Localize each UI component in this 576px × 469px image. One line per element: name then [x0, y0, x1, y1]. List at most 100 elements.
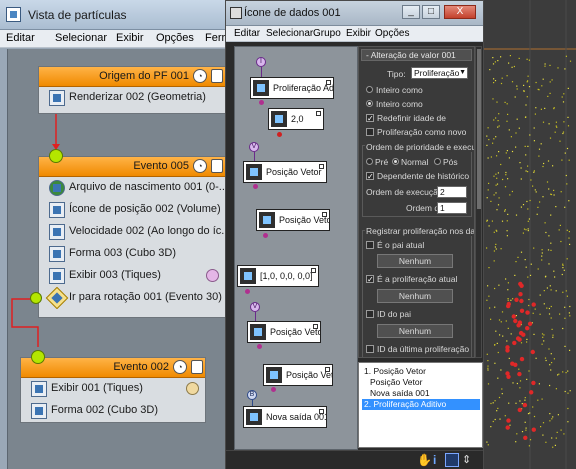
check-pai[interactable] [366, 241, 374, 249]
data-operator[interactable]: Posição Vetor [263, 364, 333, 386]
minimize-button[interactable]: _ [402, 5, 420, 19]
properties-scrollbar[interactable] [475, 46, 482, 358]
operator-row[interactable]: Exibir 003 (Tiques) [39, 265, 225, 287]
operator-row[interactable]: Exibir 001 (Tiques) [21, 378, 205, 400]
menu-opcoes[interactable]: Opções [156, 32, 194, 44]
event-header[interactable]: Evento 002 ◔ [21, 358, 205, 378]
ordem-field[interactable]: 1 [437, 202, 467, 214]
output-port[interactable] [319, 409, 324, 414]
menu-editar[interactable]: Editar [6, 32, 35, 44]
data-flow-canvas[interactable]: I Proliferação Adi... 2,0 V Posição Veto… [234, 46, 358, 450]
event-input-dot[interactable] [49, 149, 63, 163]
output-port[interactable] [325, 367, 330, 372]
output-port[interactable] [313, 324, 318, 329]
menu-opcoes[interactable]: Opções [375, 28, 409, 39]
check-id-pai[interactable] [366, 310, 374, 318]
menu-selecionar[interactable]: Selecionar [266, 28, 313, 39]
data-operator[interactable]: Proliferação Adi... [250, 77, 334, 99]
radio-pre[interactable] [366, 158, 373, 165]
menu-selecionar[interactable]: Selecionar [55, 32, 107, 44]
zoom-region-icon[interactable] [445, 453, 459, 467]
radio-normal[interactable] [392, 158, 399, 165]
operator-row[interactable]: Velocidade 002 (Ao longo do íc... [39, 221, 225, 243]
close-button[interactable]: X [444, 5, 476, 19]
tipo-select[interactable]: Proliferação ▼ [411, 67, 468, 79]
data-operator[interactable]: Posição Vetor [256, 209, 330, 231]
list-item[interactable]: 1. Posição Vetor [362, 366, 426, 377]
operator-row[interactable]: Forma 003 (Cubo 3D) [39, 243, 225, 265]
input-pin[interactable]: B [247, 390, 257, 400]
lightbulb-icon[interactable]: ◔ [193, 159, 207, 173]
check-redefinir[interactable]: ✓ [366, 114, 374, 123]
maximize-button[interactable]: □ [422, 5, 440, 19]
output-port[interactable] [316, 111, 321, 116]
output-pin[interactable] [277, 132, 282, 137]
render-toggle-icon[interactable] [211, 159, 223, 173]
output-pin[interactable] [259, 100, 264, 105]
event-input-dot[interactable] [31, 350, 45, 364]
data-operator[interactable]: Posição Vetor [243, 161, 327, 183]
particle-dot [519, 380, 522, 382]
display-color-swatch[interactable] [206, 269, 219, 282]
render-toggle-icon[interactable] [191, 360, 203, 374]
check-id-ultima[interactable] [366, 345, 374, 353]
lightbulb-icon[interactable]: ◔ [173, 360, 187, 374]
operator-row[interactable]: Forma 002 (Cubo 3D) [21, 400, 205, 422]
nenhum-button-2[interactable]: Nenhum [377, 289, 453, 303]
radio-inteiro-1[interactable] [366, 86, 373, 93]
list-item[interactable]: 2. Proliferação Aditivo [362, 399, 480, 410]
check-proliferacao-atual[interactable]: ✓ [366, 275, 374, 284]
data-icon-statusbar: ✋ i ⇕ [226, 450, 483, 469]
data-operator[interactable]: 2,0 [268, 108, 324, 130]
particle-flow-canvas[interactable]: Origem do PF 001 ◔ Renderizar 002 (Geome… [7, 49, 232, 469]
list-item[interactable]: Nova saída 001 [368, 388, 430, 399]
input-pin[interactable]: V [250, 302, 260, 312]
radio-inteiro-2[interactable] [366, 100, 373, 107]
operator-row[interactable]: Arquivo de nascimento 001 (0-... [39, 177, 225, 199]
nenhum-button-1[interactable]: Nenhum [377, 254, 453, 268]
output-pin[interactable] [245, 289, 250, 294]
pan-hand-icon[interactable]: ✋ [417, 453, 432, 467]
menu-exibir[interactable]: Exibir [116, 32, 144, 44]
vector-position-icon [246, 164, 262, 180]
lightbulb-icon[interactable]: ◔ [193, 69, 207, 83]
input-pin[interactable]: V [249, 142, 259, 152]
list-item[interactable]: Posição Vetor [368, 377, 422, 388]
event-005[interactable]: Evento 005 ◔ Arquivo de nascimento 001 (… [38, 156, 226, 318]
event-header[interactable]: Origem do PF 001 ◔ [39, 67, 225, 87]
nenhum-button-3[interactable]: Nenhum [377, 324, 453, 338]
test-output-dot[interactable] [30, 292, 42, 304]
menu-exibir[interactable]: Exibir [346, 28, 371, 39]
rollout-header[interactable]: - Alteração de valor 001 [361, 49, 472, 61]
ordem-execucao-field[interactable]: 2 [437, 186, 467, 198]
event-002[interactable]: Evento 002 ◔ Exibir 001 (Tiques) Forma 0… [20, 357, 206, 423]
data-operator[interactable]: Nova saída 001 [243, 406, 327, 428]
data-operator[interactable]: Posição Vetor [247, 321, 321, 343]
output-port[interactable] [326, 80, 331, 85]
output-port[interactable] [322, 212, 327, 217]
check-proliferacao-novo[interactable] [366, 128, 374, 136]
data-operator[interactable]: [1,0, 0,0, 0,0] [237, 265, 319, 287]
operator-row[interactable]: Renderizar 002 (Geometria) [39, 87, 225, 109]
check-dependente[interactable]: ✓ [366, 172, 374, 181]
output-pin[interactable] [257, 344, 262, 349]
event-header[interactable]: Evento 005 ◔ [39, 157, 225, 177]
menu-editar[interactable]: Editar [234, 28, 260, 39]
output-port[interactable] [311, 268, 316, 273]
operator-row[interactable]: Ícone de posição 002 (Volume) [39, 199, 225, 221]
output-pin[interactable] [253, 184, 258, 189]
event-origem-pf[interactable]: Origem do PF 001 ◔ Renderizar 002 (Geome… [38, 66, 226, 114]
operator-row[interactable]: Ir para rotação 001 (Evento 30) [39, 287, 225, 309]
zoom-icon[interactable]: ⇕ [462, 453, 476, 467]
3d-viewport[interactable] [484, 0, 576, 469]
output-pin[interactable] [263, 233, 268, 238]
menu-grupo[interactable]: Grupo [313, 28, 341, 39]
render-toggle-icon[interactable] [211, 69, 223, 83]
scrollbar-thumb[interactable] [477, 49, 481, 209]
display-color-swatch[interactable] [186, 382, 199, 395]
data-icon-listbox[interactable]: 1. Posição Vetor Posição Vetor Nova saíd… [358, 362, 483, 448]
output-port[interactable] [319, 164, 324, 169]
radio-pos[interactable] [434, 158, 441, 165]
input-pin[interactable]: I [256, 57, 266, 67]
output-pin[interactable] [271, 387, 276, 392]
